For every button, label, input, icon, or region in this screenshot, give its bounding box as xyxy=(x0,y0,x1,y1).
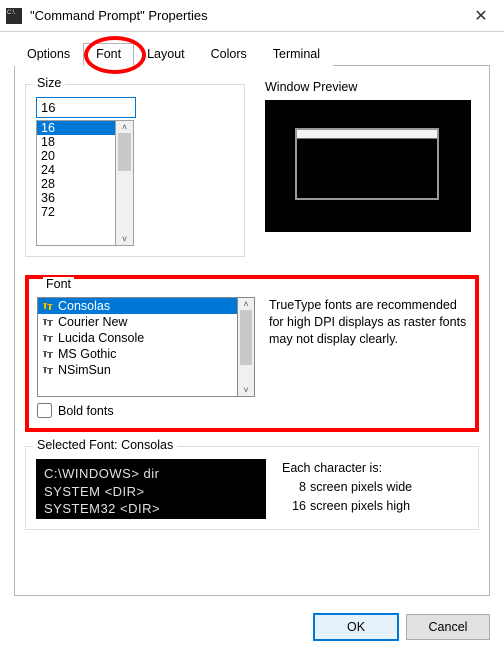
selected-font-group: Selected Font: Consolas C:\WINDOWS> dir … xyxy=(25,446,479,530)
bold-fonts-checkbox[interactable]: Bold fonts xyxy=(37,403,255,418)
font-option[interactable]: Courier New xyxy=(38,314,237,330)
tab-colors[interactable]: Colors xyxy=(198,43,260,66)
font-label: Font xyxy=(43,277,74,291)
font-option[interactable]: Lucida Console xyxy=(38,330,237,346)
font-group-highlight: Font Consolas Courier New Lucida Console… xyxy=(25,275,479,432)
cancel-button[interactable]: Cancel xyxy=(406,614,490,640)
close-button[interactable]: ✕ xyxy=(458,0,504,32)
tab-font[interactable]: Font xyxy=(83,43,134,66)
size-option[interactable]: 24 xyxy=(37,163,115,177)
char-dimensions: Each character is: 8screen pixels wide 1… xyxy=(282,459,412,515)
ok-button[interactable]: OK xyxy=(314,614,398,640)
font-option[interactable]: Consolas xyxy=(38,298,237,314)
truetype-icon xyxy=(42,365,54,375)
preview-window xyxy=(295,128,439,200)
tab-terminal[interactable]: Terminal xyxy=(260,43,333,66)
scroll-down-icon[interactable]: ˅ xyxy=(238,384,254,396)
truetype-icon xyxy=(42,301,54,311)
scroll-up-icon[interactable]: ˄ xyxy=(238,298,254,310)
bold-fonts-input[interactable] xyxy=(37,403,52,418)
app-icon xyxy=(6,8,22,24)
size-list[interactable]: 16 18 20 24 28 36 72 xyxy=(36,120,116,246)
font-sample: C:\WINDOWS> dir SYSTEM <DIR> SYSTEM32 <D… xyxy=(36,459,266,519)
truetype-icon xyxy=(42,333,54,343)
size-scrollbar[interactable]: ˄ ˅ xyxy=(116,120,134,246)
size-option[interactable]: 20 xyxy=(37,149,115,163)
titlebar: "Command Prompt" Properties ✕ xyxy=(0,0,504,32)
font-scrollbar[interactable]: ˄ ˅ xyxy=(237,297,255,397)
font-option[interactable]: NSimSun xyxy=(38,362,237,378)
size-input[interactable] xyxy=(36,97,136,118)
tab-layout[interactable]: Layout xyxy=(134,43,198,66)
scroll-up-icon[interactable]: ˄ xyxy=(116,121,133,133)
size-option[interactable]: 72 xyxy=(37,205,115,219)
window-preview-group: Window Preview xyxy=(265,80,479,257)
truetype-icon xyxy=(42,349,54,359)
scroll-down-icon[interactable]: ˅ xyxy=(116,233,133,245)
size-option[interactable]: 18 xyxy=(37,135,115,149)
preview-canvas xyxy=(265,100,471,232)
selected-font-label: Selected Font: Consolas xyxy=(33,438,177,452)
font-list[interactable]: Consolas Courier New Lucida Console MS G… xyxy=(37,297,237,397)
truetype-info-text: TrueType fonts are recommended for high … xyxy=(269,297,467,418)
size-group: Size 16 18 20 24 28 36 72 xyxy=(25,84,245,257)
dialog-buttons: OK Cancel xyxy=(0,604,504,652)
size-label: Size xyxy=(33,76,65,90)
size-option[interactable]: 16 xyxy=(37,121,115,135)
tab-options[interactable]: Options xyxy=(14,43,83,66)
size-option[interactable]: 36 xyxy=(37,191,115,205)
font-option[interactable]: MS Gothic xyxy=(38,346,237,362)
truetype-icon xyxy=(42,317,54,327)
size-option[interactable]: 28 xyxy=(37,177,115,191)
tab-bar: Options Font Layout Colors Terminal xyxy=(14,42,490,66)
preview-label: Window Preview xyxy=(265,80,479,94)
window-title: "Command Prompt" Properties xyxy=(30,8,458,23)
